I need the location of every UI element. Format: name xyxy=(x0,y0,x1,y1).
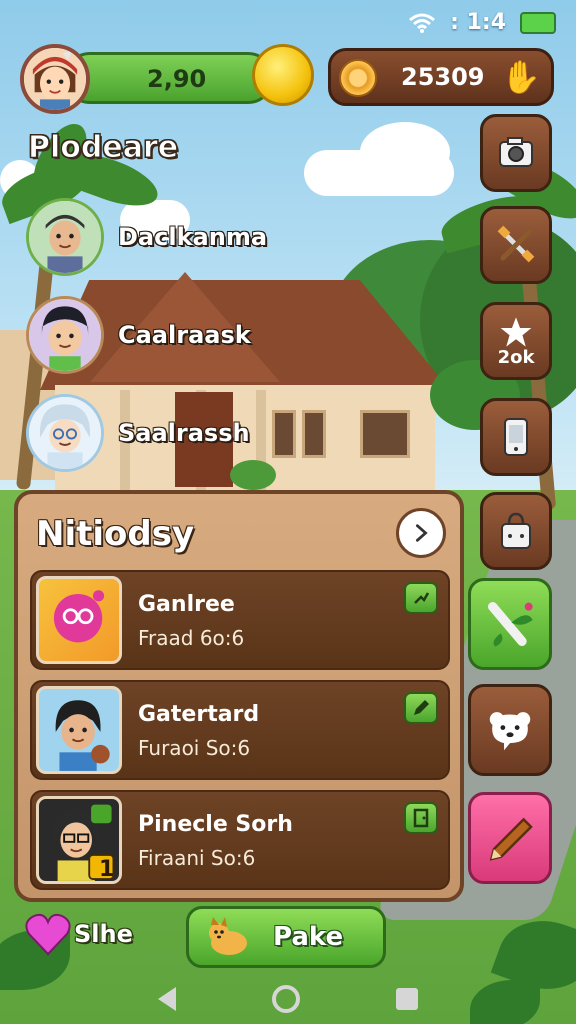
phone-icon xyxy=(504,418,528,456)
row-action-button[interactable] xyxy=(404,582,438,614)
coin-value: 2,90 xyxy=(147,65,207,93)
person-name: Daclkanma xyxy=(118,223,268,251)
gold-value: 25309 xyxy=(401,63,485,91)
share-icon xyxy=(414,592,430,604)
plant-icon xyxy=(488,602,533,647)
avatar xyxy=(26,296,104,374)
row-thumbnail: 1 xyxy=(36,796,122,884)
row-title: Gatertard xyxy=(138,702,260,727)
star-icon xyxy=(500,316,532,347)
play-button[interactable]: Pake xyxy=(186,906,386,968)
bear-button[interactable] xyxy=(468,684,552,776)
person-name: Saalrassh xyxy=(118,419,250,447)
level-badge: 1 xyxy=(99,857,115,882)
edit-icon xyxy=(414,700,429,715)
recent-apps-icon[interactable] xyxy=(396,988,418,1010)
star-count: 2ok xyxy=(497,346,535,368)
battery-icon xyxy=(520,11,556,34)
activity-panel: Nitiodsy Ganlree Fraad 6o:6 Gatertard Fu… xyxy=(14,490,464,902)
system-navbar xyxy=(0,974,576,1024)
player-avatar[interactable] xyxy=(20,44,90,114)
hand-icon: ✋ xyxy=(501,58,541,96)
chevron-right-icon xyxy=(415,524,428,542)
coin-counter[interactable]: 2,90 xyxy=(64,52,274,104)
tools-button[interactable] xyxy=(480,206,552,284)
dog-icon xyxy=(209,917,247,955)
bag-icon xyxy=(501,512,531,549)
person-item[interactable]: Caalraask xyxy=(26,296,251,374)
back-icon[interactable] xyxy=(158,987,176,1011)
gold-coin-icon xyxy=(339,59,377,97)
row-subtitle: Furaoi So:6 xyxy=(138,736,251,760)
people-title: Plodeare xyxy=(27,130,179,166)
status-bar: : 1:4 xyxy=(408,10,556,35)
row-thumbnail xyxy=(36,576,122,664)
row-subtitle: Fraad 6o:6 xyxy=(138,626,245,650)
row-action-button[interactable] xyxy=(404,802,438,834)
phone-button[interactable] xyxy=(480,398,552,476)
heart-icon xyxy=(25,913,71,956)
home-icon[interactable] xyxy=(272,985,300,1013)
likes-label: Slhe xyxy=(74,920,133,948)
clock: : 1:4 xyxy=(450,10,506,35)
gold-counter[interactable]: 25309 ✋ xyxy=(328,48,554,106)
person-item[interactable]: Saalrassh xyxy=(26,394,250,472)
wifi-icon xyxy=(409,13,436,33)
pencil-icon xyxy=(489,817,533,861)
bear-icon xyxy=(489,712,531,751)
panel-title: Nitiodsy xyxy=(36,514,195,554)
avatar xyxy=(26,198,104,276)
camera-icon xyxy=(499,137,533,167)
row-subtitle: Firaani So:6 xyxy=(138,846,256,870)
panel-next-button[interactable] xyxy=(396,508,446,558)
person-name: Caalraask xyxy=(118,321,251,349)
row-action-button[interactable] xyxy=(404,692,438,724)
camera-button[interactable] xyxy=(480,114,552,192)
person-item[interactable]: Daclkanma xyxy=(26,198,267,276)
bag-button[interactable] xyxy=(480,492,552,570)
tools-icon xyxy=(497,225,535,263)
plant-button[interactable] xyxy=(468,578,552,670)
list-item[interactable]: Gatertard Furaoi So:6 xyxy=(30,680,450,780)
avatar xyxy=(26,394,104,472)
list-item[interactable]: Ganlree Fraad 6o:6 xyxy=(30,570,450,670)
door-icon xyxy=(413,808,429,828)
row-title: Pinecle Sorh xyxy=(138,812,293,837)
star-button[interactable]: 2ok xyxy=(480,302,552,380)
row-title: Ganlree xyxy=(138,592,235,617)
coin-icon[interactable] xyxy=(252,44,314,106)
pencil-button[interactable] xyxy=(468,792,552,884)
play-label: Pake xyxy=(273,922,344,952)
list-item[interactable]: 1 Pinecle Sorh Firaani So:6 xyxy=(30,790,450,890)
row-thumbnail xyxy=(36,686,122,774)
likes-button[interactable]: Slhe xyxy=(24,912,133,956)
